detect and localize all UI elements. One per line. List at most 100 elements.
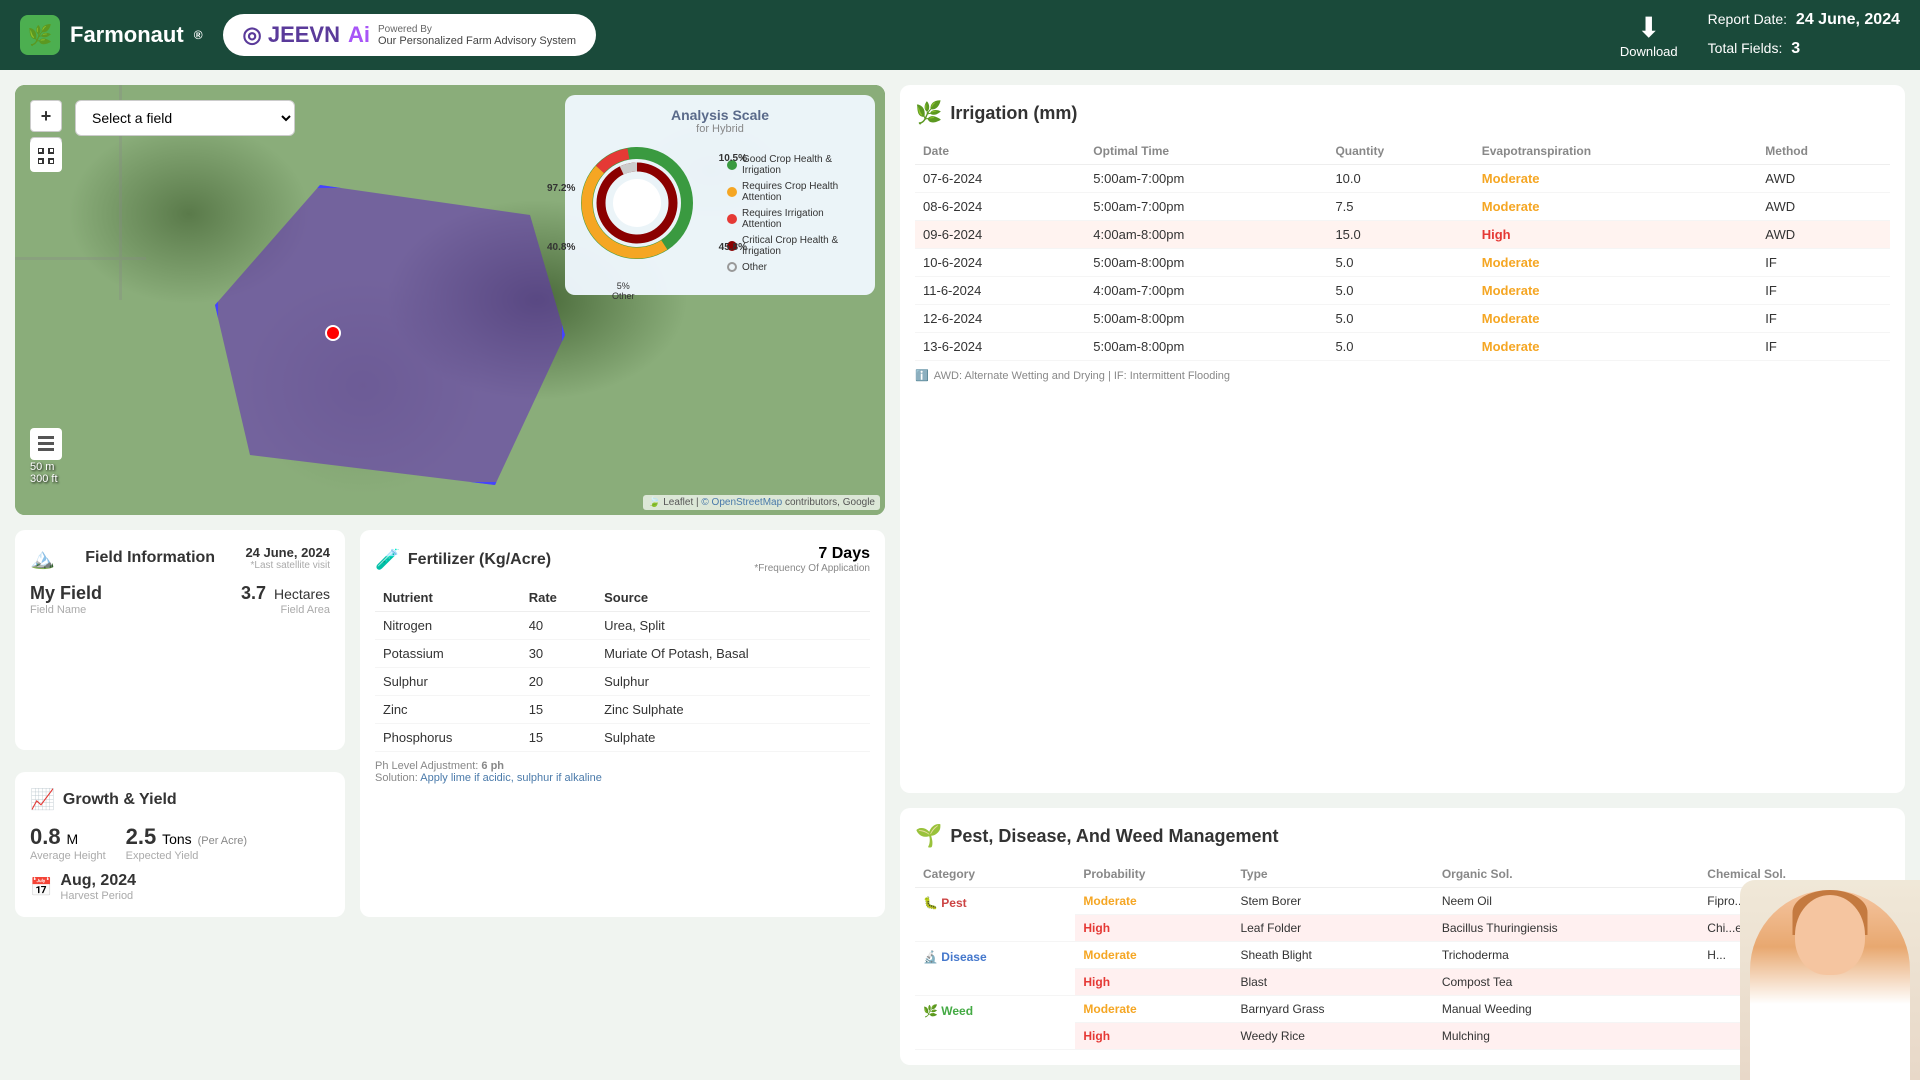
footnote-solution: Solution: Apply lime if acidic, sulphur …: [375, 772, 602, 784]
field-date-container: 24 June, 2024 *Last satellite visit: [245, 545, 330, 571]
field-info-card: 🏔️ Field Information 24 June, 2024 *Last…: [15, 530, 345, 750]
analysis-scale-inner: Analysis Scale for Hybrid: [577, 107, 863, 283]
label-10: 10.5%: [719, 153, 747, 164]
osm-attr2: contributors, Google: [785, 497, 875, 508]
pest-category: 🔬 Disease: [915, 942, 1075, 996]
avatar: [1740, 880, 1920, 1080]
irrig-qty: 5.0: [1327, 305, 1473, 333]
legend-dot-crop-health: [727, 187, 737, 197]
fertilizer-row: Phosphorus15Sulphate: [375, 724, 870, 752]
total-fields-value: 3: [1791, 40, 1800, 57]
powered-by: Powered By: [378, 24, 576, 35]
irrig-time: 4:00am-7:00pm: [1085, 277, 1327, 305]
left-column: + − Select a field 50 m: [0, 70, 900, 1080]
legend-label-crop-health: Requires Crop Health Attention: [742, 181, 863, 203]
irrig-method: AWD: [1757, 193, 1890, 221]
legend-label-irrigation: Requires Irrigation Attention: [742, 208, 863, 230]
zoom-in-button[interactable]: +: [30, 100, 62, 132]
powered-by-container: Powered By Our Personalized Farm Advisor…: [378, 24, 576, 47]
field-growth-column: 🏔️ Field Information 24 June, 2024 *Last…: [15, 530, 345, 917]
header-left: 🌿 Farmonaut® ◎ JEEVN Ai Powered By Our P…: [20, 14, 596, 56]
pest-col-category: Category: [915, 861, 1075, 888]
irrig-date: 11-6-2024: [915, 277, 1085, 305]
pest-icon: 🌱: [915, 823, 942, 849]
leaflet-attr: Leaflet |: [663, 497, 701, 508]
fertilizer-header: 🧪 Fertilizer (Kg/Acre) 7 Days *Frequency…: [375, 545, 870, 574]
irrig-qty: 5.0: [1327, 277, 1473, 305]
field-info-title: Field Information: [85, 549, 215, 567]
irrig-qty: 7.5: [1327, 193, 1473, 221]
pest-prob: High: [1075, 915, 1232, 942]
fert-nutrient: Nitrogen: [375, 612, 521, 640]
header-right: ⬇ Download Report Date: 24 June, 2024 To…: [1620, 6, 1900, 64]
label-40: 40.8%: [547, 242, 575, 253]
fertilizer-title-group: 🧪 Fertilizer (Kg/Acre): [375, 547, 551, 572]
harvest-container: Aug, 2024 Harvest Period: [60, 872, 136, 902]
height-label: Average Height: [30, 850, 106, 862]
legend-label-critical: Critical Crop Health & Irrigation: [742, 235, 863, 257]
bottom-left-panels: 🏔️ Field Information 24 June, 2024 *Last…: [15, 530, 885, 917]
irrig-et: Moderate: [1474, 305, 1758, 333]
report-info: Report Date: 24 June, 2024 Total Fields:…: [1708, 6, 1900, 64]
irrig-time: 5:00am-8:00pm: [1085, 333, 1327, 361]
pest-organic: Neem Oil: [1434, 888, 1699, 915]
irrigation-icon: 🌿: [915, 100, 942, 126]
label-97: 97.2%: [547, 183, 575, 194]
irrig-et: Moderate: [1474, 333, 1758, 361]
fert-source: Urea, Split: [596, 612, 870, 640]
yield-unit: Tons: [162, 831, 192, 847]
irrigation-row: 10-6-20245:00am-8:00pm5.0ModerateIF: [915, 249, 1890, 277]
fertilizer-freq-days: 7 Days: [754, 545, 870, 563]
field-select[interactable]: Select a field: [75, 100, 295, 136]
download-button[interactable]: ⬇ Download: [1620, 11, 1678, 59]
pest-organic: Compost Tea: [1434, 969, 1699, 996]
irrigation-row: 12-6-20245:00am-8:00pm5.0ModerateIF: [915, 305, 1890, 333]
map-scale: 50 m 300 ft: [30, 461, 58, 485]
yield-value-row: 2.5 Tons (Per Acre): [126, 824, 247, 850]
growth-header: 📈 Growth & Yield: [30, 787, 330, 812]
irrigation-title: Irrigation (mm): [950, 103, 1077, 124]
fert-source: Muriate Of Potash, Basal: [596, 640, 870, 668]
height-value-row: 0.8 M: [30, 824, 106, 850]
fert-nutrient: Sulphur: [375, 668, 521, 696]
irrig-et: Moderate: [1474, 193, 1758, 221]
fullscreen-button[interactable]: [30, 140, 62, 172]
avatar-figure: [1750, 890, 1910, 1080]
irrigation-card: 🌿 Irrigation (mm) Date Optimal Time Quan…: [900, 85, 1905, 793]
pest-prob: Moderate: [1075, 996, 1232, 1023]
pest-organic: Bacillus Thuringiensis: [1434, 915, 1699, 942]
irrig-col-method: Method: [1757, 138, 1890, 165]
field-area-container: 3.7 Hectares Field Area: [241, 583, 330, 616]
total-fields-row: Total Fields: 3: [1708, 35, 1900, 64]
logo-text: Farmonaut: [70, 22, 184, 48]
fert-rate: 20: [521, 668, 596, 696]
logo: 🌿 Farmonaut®: [20, 15, 203, 55]
irrig-method: IF: [1757, 249, 1890, 277]
label-5: 5%Other: [612, 281, 635, 301]
irrigation-header: 🌿 Irrigation (mm): [915, 100, 1890, 126]
irrig-date: 07-6-2024: [915, 165, 1085, 193]
fert-rate: 15: [521, 724, 596, 752]
irrigation-table: Date Optimal Time Quantity Evapotranspir…: [915, 138, 1890, 361]
fertilizer-footnote: Ph Level Adjustment: 6 ph Solution: Appl…: [375, 760, 870, 784]
fert-source: Zinc Sulphate: [596, 696, 870, 724]
irrig-col-et: Evapotranspiration: [1474, 138, 1758, 165]
irrig-time: 5:00am-8:00pm: [1085, 249, 1327, 277]
pest-col-type: Type: [1232, 861, 1433, 888]
irrigation-row: 09-6-20244:00am-8:00pm15.0HighAWD: [915, 221, 1890, 249]
legend-dot-other: [727, 262, 737, 272]
pest-prob: Moderate: [1075, 888, 1232, 915]
irrigation-row: 11-6-20244:00am-7:00pm5.0ModerateIF: [915, 277, 1890, 305]
main-content: + − Select a field 50 m: [0, 70, 1920, 1080]
field-name: My Field: [30, 583, 102, 604]
fertilizer-icon: 🧪: [375, 547, 400, 572]
fert-nutrient: Zinc: [375, 696, 521, 724]
irrig-qty: 5.0: [1327, 249, 1473, 277]
field-name-label: Field Name: [30, 604, 102, 616]
pest-category: 🐛 Pest: [915, 888, 1075, 942]
field-icon: 🏔️: [30, 546, 55, 571]
analysis-scale-header: Analysis Scale for Hybrid: [577, 107, 863, 135]
layers-button[interactable]: [30, 428, 62, 460]
fert-col-nutrient: Nutrient: [375, 584, 521, 612]
pest-type: Sheath Blight: [1232, 942, 1433, 969]
